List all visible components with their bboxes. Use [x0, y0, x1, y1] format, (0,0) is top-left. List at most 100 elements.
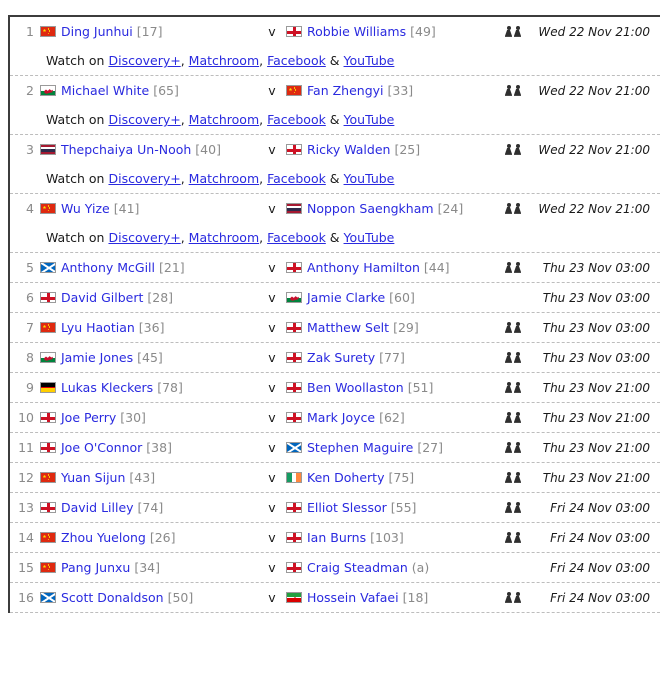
match-datetime: Fri 24 Nov 03:00 [550, 560, 650, 575]
match-row: 2 Michael White [65] v Fan Zhengyi [33] Wed 22… [10, 76, 660, 135]
broadcaster-link-discovery[interactable]: Discovery+ [108, 53, 180, 68]
match-number: 3 [26, 142, 34, 157]
broadcaster-link-youtube[interactable]: YouTube [344, 230, 395, 245]
player-left: Thepchaiya Un-Nooh [40] [40, 142, 258, 157]
player-name-link[interactable]: Anthony Hamilton [307, 260, 420, 275]
player-name-link[interactable]: Jamie Clarke [307, 290, 385, 305]
player-name-link[interactable]: David Gilbert [61, 290, 143, 305]
player-name-link[interactable]: Scott Donaldson [61, 590, 164, 605]
player-name-link[interactable]: Pang Junxu [61, 560, 130, 575]
spectators-icon [504, 84, 524, 98]
broadcaster-link-discovery[interactable]: Discovery+ [108, 171, 180, 186]
player-name-link[interactable]: Zak Surety [307, 350, 375, 365]
broadcaster-link-youtube[interactable]: YouTube [344, 53, 395, 68]
watch-on-label: Watch on [46, 171, 105, 186]
player-left: David Gilbert [28] [40, 290, 258, 305]
qualifying-draw-page: 1 Ding Junhui [17] v Robbie Williams [49] Wed … [0, 0, 668, 613]
player-name-link[interactable]: Fan Zhengyi [307, 83, 384, 98]
player-name-link[interactable]: Noppon Saengkham [307, 201, 434, 216]
player-name-link[interactable]: Michael White [61, 83, 149, 98]
match-datetime: Thu 23 Nov 21:00 [542, 470, 650, 485]
match-line: 14 Zhou Yuelong [26] v Ian Burns [103] Fri 24 … [10, 523, 660, 552]
player-name-link[interactable]: Robbie Williams [307, 24, 406, 39]
spectators-icon [504, 143, 524, 157]
match-number: 11 [18, 440, 34, 455]
broadcaster-link-youtube[interactable]: YouTube [344, 171, 395, 186]
wales-flag [40, 85, 56, 96]
wales-flag [40, 352, 56, 363]
broadcaster-link-facebook[interactable]: Facebook [267, 230, 326, 245]
player-right: Ricky Walden [25] [286, 142, 501, 157]
player-name-link[interactable]: Lukas Kleckers [61, 380, 153, 395]
player-name-link[interactable]: Mark Joyce [307, 410, 375, 425]
player-left: Ding Junhui [17] [40, 24, 258, 39]
match-line: 7 Lyu Haotian [36] v Matthew Selt [29] Thu 23 … [10, 313, 660, 342]
player-name-link[interactable]: Lyu Haotian [61, 320, 135, 335]
player-name-link[interactable]: Wu Yize [61, 201, 110, 216]
spectators-icon [504, 351, 524, 365]
player-name-link[interactable]: Ding Junhui [61, 24, 133, 39]
player-right: Fan Zhengyi [33] [286, 83, 501, 98]
match-number: 16 [18, 590, 34, 605]
player-name-link[interactable]: Anthony McGill [61, 260, 155, 275]
player-name-link[interactable]: Ian Burns [307, 530, 366, 545]
match-list: 1 Ding Junhui [17] v Robbie Williams [49] Wed … [8, 15, 660, 613]
broadcaster-link-matchroom[interactable]: Matchroom [189, 53, 259, 68]
player-name-link[interactable]: Ricky Walden [307, 142, 390, 157]
china-flag [40, 203, 56, 214]
broadcaster-link-matchroom[interactable]: Matchroom [189, 112, 259, 127]
player-name-link[interactable]: Thepchaiya Un-Nooh [61, 142, 191, 157]
player-seed: [18] [402, 590, 429, 605]
player-name-link[interactable]: Matthew Selt [307, 320, 389, 335]
broadcaster-link-matchroom[interactable]: Matchroom [189, 171, 259, 186]
player-name-link[interactable]: Hossein Vafaei [307, 590, 399, 605]
spectators-icon [504, 411, 524, 425]
match-number: 13 [18, 500, 34, 515]
player-seed: [26] [149, 530, 176, 545]
player-seed: [74] [137, 500, 164, 515]
broadcaster-link-youtube[interactable]: YouTube [344, 112, 395, 127]
broadcaster-link-facebook[interactable]: Facebook [267, 53, 326, 68]
player-name-link[interactable]: David Lilley [61, 500, 134, 515]
versus-label: v [268, 500, 276, 515]
player-name-link[interactable]: Stephen Maguire [307, 440, 413, 455]
player-name-link[interactable]: Joe Perry [61, 410, 116, 425]
player-name-link[interactable]: Craig Steadman [307, 560, 408, 575]
player-seed: [41] [113, 201, 140, 216]
player-name-link[interactable]: Elliot Slessor [307, 500, 387, 515]
match-row: 14 Zhou Yuelong [26] v Ian Burns [103] Fri 24 … [10, 523, 660, 553]
player-right: Elliot Slessor [55] [286, 500, 501, 515]
player-seed: [33] [387, 83, 414, 98]
player-name-link[interactable]: Yuan Sijun [61, 470, 125, 485]
match-number: 9 [26, 380, 34, 395]
versus-label: v [268, 142, 276, 157]
player-left: Pang Junxu [34] [40, 560, 258, 575]
spectators-icon [504, 202, 524, 216]
england-flag [286, 382, 302, 393]
player-name-link[interactable]: Ben Woollaston [307, 380, 404, 395]
match-meta: Fri 24 Nov 03:00 [501, 561, 656, 575]
player-name-link[interactable]: Ken Doherty [307, 470, 384, 485]
player-name-link[interactable]: Zhou Yuelong [61, 530, 146, 545]
broadcaster-link-discovery[interactable]: Discovery+ [108, 112, 180, 127]
match-row: 11 Joe O'Connor [38] v Stephen Maguire [27] Th… [10, 433, 660, 463]
player-seed: [40] [195, 142, 221, 157]
player-name-link[interactable]: Joe O'Connor [61, 440, 142, 455]
germany-flag [40, 382, 56, 393]
player-seed: [62] [379, 410, 405, 425]
match-row: 5 Anthony McGill [21] v Anthony Hamilton [44]… [10, 253, 660, 283]
wales-flag [286, 292, 302, 303]
player-left: Lukas Kleckers [78] [40, 380, 258, 395]
list-separator: & [325, 171, 344, 186]
broadcaster-link-facebook[interactable]: Facebook [267, 112, 326, 127]
match-datetime: Thu 23 Nov 03:00 [542, 320, 650, 335]
broadcaster-link-matchroom[interactable]: Matchroom [189, 230, 259, 245]
player-name-link[interactable]: Jamie Jones [61, 350, 133, 365]
match-datetime: Fri 24 Nov 03:00 [550, 590, 650, 605]
broadcaster-link-discovery[interactable]: Discovery+ [108, 230, 180, 245]
match-line: 2 Michael White [65] v Fan Zhengyi [33] Wed 22… [10, 76, 660, 105]
match-row: 4 Wu Yize [41] v Noppon Saengkham [24] Wed 22 … [10, 194, 660, 253]
match-datetime: Wed 22 Nov 21:00 [538, 83, 650, 98]
broadcaster-link-facebook[interactable]: Facebook [267, 171, 326, 186]
match-number: 10 [18, 410, 34, 425]
